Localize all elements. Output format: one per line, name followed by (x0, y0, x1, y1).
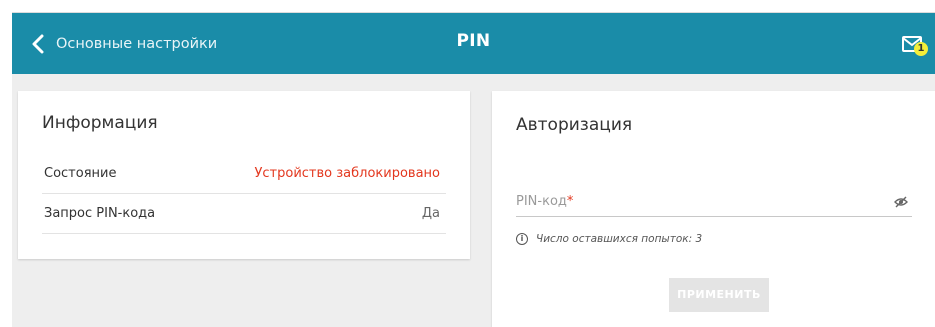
pin-code-placeholder: PIN-код* (516, 194, 574, 209)
pin-request-label: Запрос PIN-кода (44, 206, 156, 221)
auth-card-title: Авторизация (516, 115, 633, 135)
info-icon: i (516, 233, 528, 245)
info-card: Информация Состояние Устройство заблокир… (18, 91, 470, 259)
auth-card: Авторизация PIN-код* i Число оставшихся … (492, 91, 935, 327)
info-card-title: Информация (42, 113, 158, 133)
eye-off-icon[interactable] (894, 196, 908, 208)
apply-button[interactable]: ПРИМЕНИТЬ (669, 278, 769, 312)
required-mark: * (566, 194, 574, 209)
attempts-hint-text: Число оставшихся попыток: 3 (536, 233, 703, 245)
pin-request-value: Да (421, 206, 440, 221)
info-row-status: Состояние Устройство заблокировано (42, 154, 446, 194)
status-label: Состояние (44, 166, 117, 181)
top-bar: Основные настройки PIN 1 (12, 13, 935, 74)
notifications-button[interactable]: 1 (902, 34, 928, 56)
attempts-hint: i Число оставшихся попыток: 3 (516, 233, 702, 245)
info-row-pin-request: Запрос PIN-кода Да (42, 194, 446, 234)
status-value: Устройство заблокировано (254, 166, 440, 181)
app-frame: Основные настройки PIN 1 Информация Сост… (12, 12, 935, 327)
page-title: PIN (456, 31, 491, 51)
pin-code-field[interactable]: PIN-код* (516, 187, 912, 217)
notification-badge: 1 (914, 42, 928, 56)
